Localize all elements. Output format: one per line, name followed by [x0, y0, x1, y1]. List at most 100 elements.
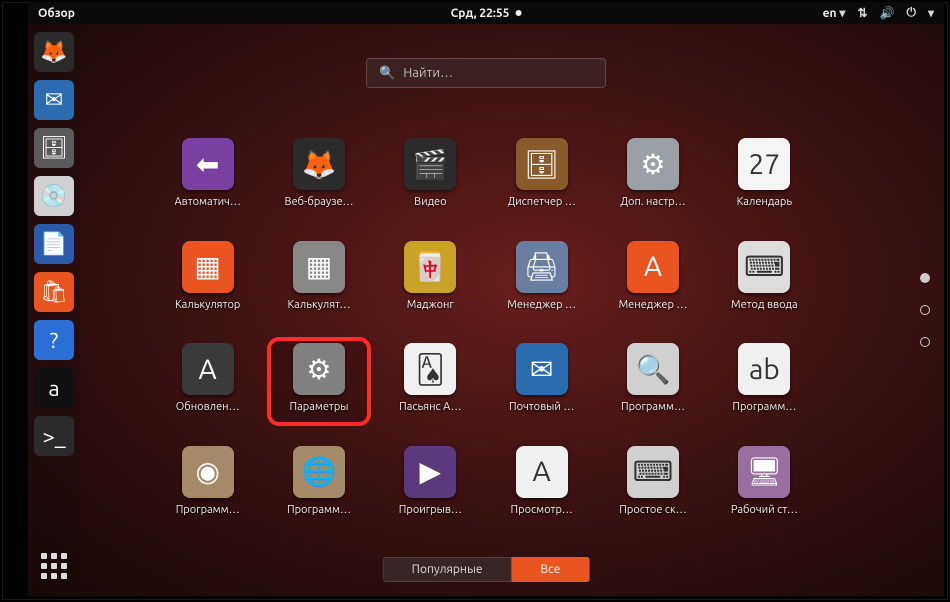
app-print-manager[interactable]: 🖨Менеджер …: [492, 237, 591, 322]
app-label: Доп. настр…: [620, 196, 685, 208]
app-label: Обновлен…: [176, 401, 240, 413]
app-label: Диспетчер …: [508, 196, 576, 208]
chevron-down-icon: ▾: [839, 7, 845, 20]
print-manager-icon: 🖨: [516, 241, 568, 293]
app-calc[interactable]: ▦ Калькулят…: [269, 237, 368, 322]
software-sources-icon: ◉: [182, 446, 234, 498]
app-settings[interactable]: ⚙ Параметры: [269, 339, 368, 424]
clock-text: Срд, 22:55: [451, 7, 510, 20]
app-mahjongg[interactable]: 🀄 Маджонг: [381, 237, 480, 322]
document-viewer-icon: A: [516, 446, 568, 498]
app-label: Калькулят…: [287, 299, 350, 311]
app-label: Программ…: [732, 401, 796, 413]
show-apps-button[interactable]: [34, 546, 74, 586]
app-label: Программ…: [176, 504, 240, 516]
search-icon: 🔍: [379, 66, 395, 81]
software-center-icon: A: [627, 241, 679, 293]
fonts-icon: ab: [738, 343, 790, 395]
app-label: Пасьянс А…: [399, 401, 461, 413]
archive-manager-icon: 🗄: [516, 138, 568, 190]
app-label: Параметры: [290, 401, 349, 413]
page-dot[interactable]: [920, 273, 930, 283]
app-label: Веб-браузе…: [284, 196, 353, 208]
calendar-icon: 27: [738, 138, 790, 190]
app-remote-desktop[interactable]: 🖥 Рабочий ст…: [715, 442, 814, 527]
page-indicator[interactable]: [920, 273, 930, 347]
aisleriot-icon: 🂡: [404, 343, 456, 395]
dock-app-terminal[interactable]: >_: [34, 416, 74, 456]
app-software-center[interactable]: A Менеджер …: [603, 237, 702, 322]
keyboard-layout-indicator[interactable]: en ▾: [823, 6, 846, 20]
player-icon: ▶: [404, 446, 456, 498]
simple-scan-icon: ⌨: [627, 446, 679, 498]
tab-all[interactable]: Все: [512, 557, 590, 582]
page-dot[interactable]: [920, 305, 930, 315]
app-label: Метод ввода: [731, 299, 798, 311]
backups-icon: ⬅: [182, 138, 234, 190]
remote-desktop-icon: 🖥: [738, 446, 790, 498]
dock-app-software[interactable]: 🛍: [34, 272, 74, 312]
calc-icon: ▦: [293, 241, 345, 293]
dock-app-amazon[interactable]: a: [34, 368, 74, 408]
app-input-method[interactable]: ⌨ Метод ввода: [715, 237, 814, 322]
app-calculator[interactable]: ▦ Калькулятор: [158, 237, 257, 322]
app-label: Программ…: [621, 401, 685, 413]
image-viewer-icon: 🔍: [627, 343, 679, 395]
app-label: Простое ск…: [619, 504, 686, 516]
app-aisleriot[interactable]: 🂡 Пасьянс А…: [381, 339, 480, 424]
app-store-icon: 🌐: [293, 446, 345, 498]
power-icon[interactable]: ⏻: [906, 6, 916, 20]
app-document-viewer[interactable]: A Просмотр…: [492, 442, 591, 527]
dock-app-files[interactable]: 🗄: [34, 128, 74, 168]
dock-app-firefox[interactable]: 🦊: [34, 32, 74, 72]
tweaks-icon: ⚙: [627, 138, 679, 190]
activities-overview: 🦊 ✉ 🗄 💿 📄 🛍? a >_ 🔍 Найти… ⬅Автоматич… 🦊 Веб-брау…: [28, 24, 944, 596]
app-app-store[interactable]: 🌐 Программ…: [269, 442, 368, 527]
volume-icon[interactable]: 🔊: [880, 6, 895, 20]
app-label: Проигрыв…: [399, 504, 462, 516]
input-method-icon: ⌨: [738, 241, 790, 293]
thunderbird-icon: ✉: [516, 343, 568, 395]
notification-dot-icon: [515, 10, 521, 16]
app-label: Видео: [414, 196, 446, 208]
app-label: Календарь: [737, 196, 793, 208]
app-label: Маджонг: [407, 299, 454, 311]
search-placeholder: Найти…: [403, 66, 453, 80]
software-updater-icon: A: [182, 343, 234, 395]
dock-app-help[interactable]: ?: [34, 320, 74, 360]
dock-app-rhythmbox[interactable]: 💿: [34, 176, 74, 216]
app-label: Менеджер …: [619, 299, 688, 311]
network-icon[interactable]: ⇅: [857, 6, 867, 20]
app-image-viewer[interactable]: 🔍 Программ…: [603, 339, 702, 424]
app-firefox[interactable]: 🦊 Веб-браузе…: [269, 134, 368, 219]
app-label: Почтовый …: [509, 401, 574, 413]
app-tweaks[interactable]: ⚙ Доп. настр…: [603, 134, 702, 219]
activities-button[interactable]: Обзор: [38, 7, 75, 20]
app-archive-manager[interactable]: 🗄 Диспетчер …: [492, 134, 591, 219]
app-fonts[interactable]: ab Программ…: [715, 339, 814, 424]
app-label: Калькулятор: [175, 299, 240, 311]
mahjongg-icon: 🀄: [404, 241, 456, 293]
dock-app-thunderbird[interactable]: ✉: [34, 80, 74, 120]
app-player[interactable]: ▶ Проигрыв…: [381, 442, 480, 527]
page-dot[interactable]: [920, 337, 930, 347]
app-calendar[interactable]: 27 Календарь: [715, 134, 814, 219]
app-videos[interactable]: 🎬Видео: [381, 134, 480, 219]
dock-app-writer[interactable]: 📄: [34, 224, 74, 264]
app-backups[interactable]: ⬅Автоматич…: [158, 134, 257, 219]
chevron-down-icon[interactable]: ▾: [928, 6, 934, 20]
app-software-sources[interactable]: ◉ Программ…: [158, 442, 257, 527]
app-software-updater[interactable]: A Обновлен…: [158, 339, 257, 424]
calculator-icon: ▦: [182, 241, 234, 293]
clock[interactable]: Срд, 22:55: [451, 7, 522, 20]
search-input[interactable]: 🔍 Найти…: [366, 58, 606, 88]
app-label: Рабочий ст…: [731, 504, 798, 516]
settings-icon: ⚙: [293, 343, 345, 395]
app-label: Просмотр…: [511, 504, 573, 516]
firefox-icon: 🦊: [293, 138, 345, 190]
app-simple-scan[interactable]: ⌨ Простое ск…: [603, 442, 702, 527]
app-grid: ⬅Автоматич… 🦊 Веб-браузе… 🎬Видео 🗄 Диспетчер …: [158, 134, 814, 526]
app-label: Программ…: [287, 504, 351, 516]
tab-frequent[interactable]: Популярные: [383, 557, 512, 582]
app-thunderbird[interactable]: ✉ Почтовый …: [492, 339, 591, 424]
